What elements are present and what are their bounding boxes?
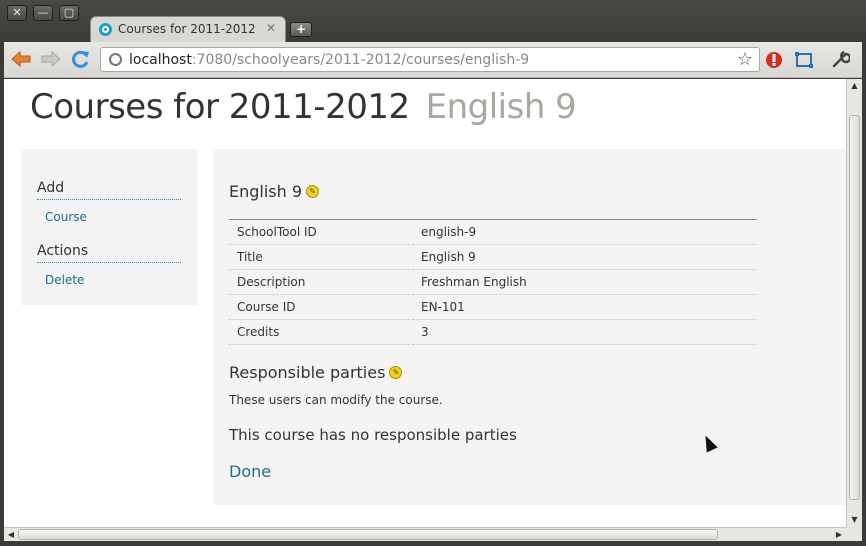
scroll-right-icon[interactable]: ▶ [832, 528, 846, 542]
url-text[interactable]: localhost:7080/schoolyears/2011-2012/cou… [129, 52, 529, 68]
address-bar[interactable]: localhost:7080/schoolyears/2011-2012/cou… [100, 47, 760, 72]
row-value: 3 [413, 319, 757, 345]
table-row: Course ID EN-101 [229, 294, 757, 320]
page-info-icon[interactable] [109, 53, 122, 66]
favicon-icon [99, 23, 112, 36]
reload-button[interactable] [70, 49, 92, 69]
course-details-panel: English 9 ✎ SchoolTool ID english-9 Title E… [213, 149, 846, 505]
stop-extension-icon[interactable] [764, 50, 784, 70]
forward-button[interactable] [40, 49, 62, 69]
course-heading: English 9 ✎ [229, 182, 320, 201]
window-minimize-button[interactable]: — [33, 5, 53, 21]
sidebar: Add Course Actions Delete [21, 149, 197, 305]
edit-responsible-parties-icon[interactable]: ✎ [389, 366, 403, 379]
vertical-scroll-thumb[interactable] [849, 115, 860, 500]
scrollbar-corner [846, 527, 862, 541]
scroll-left-icon[interactable]: ◀ [4, 528, 18, 542]
page-title: Courses for 2011-2012 English 9 [30, 87, 577, 127]
window-titlebar: ✕ — ▢ Courses for 2011-2012 » E ✕ + [0, 0, 866, 42]
done-link[interactable]: Done [229, 462, 271, 481]
reload-icon [72, 50, 89, 68]
page-viewport: Courses for 2011-2012 English 9 Add Cours… [4, 79, 846, 527]
row-value: EN-101 [413, 294, 757, 320]
course-details-table: SchoolTool ID english-9 Title English 9 De… [229, 219, 757, 345]
back-button[interactable] [10, 49, 32, 69]
table-row: Description Freshman English [229, 269, 757, 295]
wrench-menu-icon[interactable] [830, 50, 852, 70]
row-key: SchoolTool ID [229, 219, 413, 245]
sidebar-link-delete[interactable]: Delete [45, 273, 84, 287]
row-key: Course ID [229, 294, 413, 320]
window-close-button[interactable]: ✕ [7, 5, 27, 21]
vertical-scrollbar[interactable]: ▲ ▼ [846, 79, 862, 527]
row-value: English 9 [413, 244, 757, 270]
sidebar-section-actions: Actions [37, 243, 181, 263]
fullscreen-extension-icon[interactable] [794, 50, 814, 70]
browser-tab[interactable]: Courses for 2011-2012 » E ✕ [90, 16, 286, 42]
responsible-note: These users can modify the course. [229, 393, 443, 407]
scroll-up-icon[interactable]: ▲ [847, 79, 862, 93]
new-tab-button[interactable]: + [290, 22, 312, 37]
row-key: Description [229, 269, 413, 295]
row-key: Title [229, 244, 413, 270]
arrow-right-icon [41, 50, 61, 68]
table-row: Title English 9 [229, 244, 757, 270]
tab-close-icon[interactable]: ✕ [266, 21, 276, 35]
horizontal-scroll-thumb[interactable] [18, 529, 718, 540]
scroll-down-icon[interactable]: ▼ [847, 513, 862, 527]
row-key: Credits [229, 319, 413, 345]
tab-title: Courses for 2011-2012 » E [118, 22, 256, 36]
browser-toolbar: localhost:7080/schoolyears/2011-2012/cou… [4, 42, 862, 78]
sidebar-section-add: Add [37, 180, 181, 200]
page-subtitle: English 9 [425, 87, 577, 127]
responsible-parties-heading: Responsible parties ✎ [229, 363, 403, 382]
bookmark-star-icon[interactable]: ☆ [737, 49, 753, 70]
table-row: Credits 3 [229, 319, 757, 345]
horizontal-scrollbar[interactable]: ◀ ▶ [4, 527, 846, 541]
row-value: english-9 [413, 219, 757, 245]
edit-course-icon[interactable]: ✎ [306, 185, 320, 198]
window-maximize-button[interactable]: ▢ [59, 5, 79, 21]
table-row: SchoolTool ID english-9 [229, 219, 757, 245]
no-responsible-parties-message: This course has no responsible parties [229, 426, 517, 444]
row-value: Freshman English [413, 269, 757, 295]
sidebar-link-add-course[interactable]: Course [45, 210, 87, 224]
arrow-left-icon [11, 50, 31, 68]
